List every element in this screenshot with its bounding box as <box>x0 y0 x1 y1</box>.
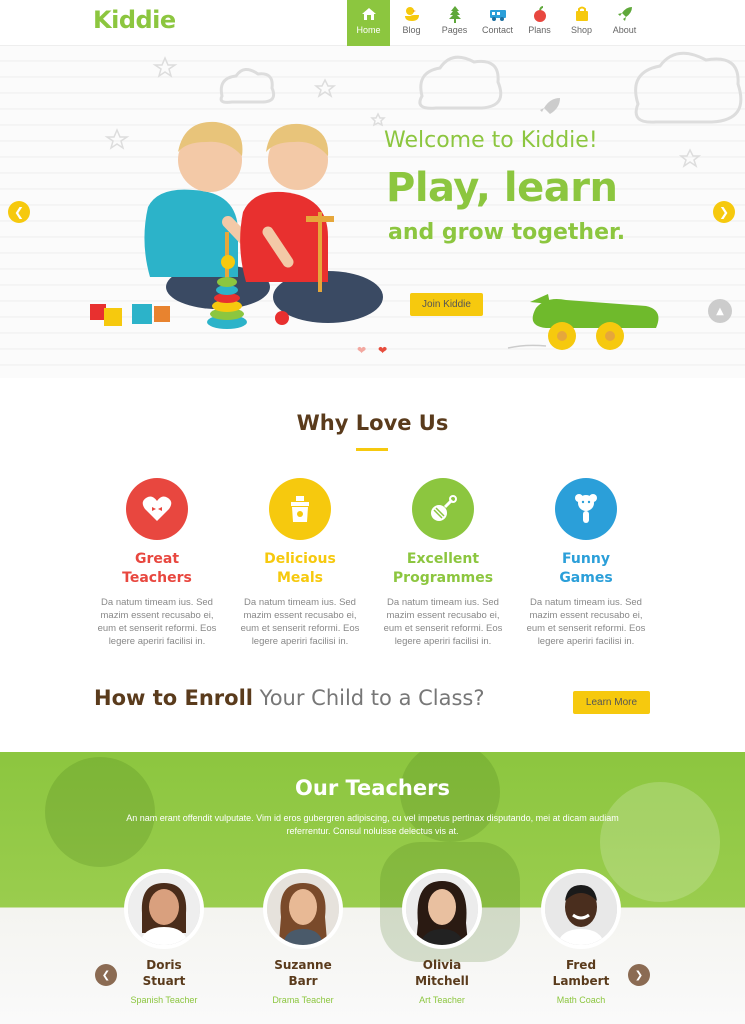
avatar <box>402 869 482 949</box>
hero-subheadline: and grow together. <box>388 220 626 245</box>
teachers-title: Our Teachers <box>295 776 450 800</box>
feature-title: Funny Games <box>559 551 613 586</box>
hero-headline: Play, learn <box>386 165 618 211</box>
crocodile-toy-image <box>507 294 659 350</box>
page: Kiddie Home Blog Pages Contact Plans Sho… <box>0 0 745 1024</box>
header: Kiddie Home Blog Pages Contact Plans Sho… <box>0 0 745 46</box>
feature-title: Excellent Programmes <box>392 551 494 586</box>
hero-slider: Welcome to Kiddie! Play, learn and grow … <box>0 46 745 378</box>
cloud-icon <box>219 68 276 104</box>
slider-next-button[interactable]: ❯ <box>713 201 735 223</box>
teacher-name: Fred Lambert <box>552 958 610 988</box>
rocket-icon <box>540 98 560 114</box>
teacher-name: Suzanne Barr <box>274 958 332 988</box>
teachers-description: An nam erant offendit vulputate. Vim id … <box>126 813 619 836</box>
cloud-icon <box>634 51 743 124</box>
chevron-right-icon: ❯ <box>718 205 730 219</box>
teacher-card[interactable]: Olivia Mitchell Art Teacher <box>392 869 492 1005</box>
chevron-left-icon: ❮ <box>101 969 111 981</box>
chevron-right-icon: ❯ <box>634 969 644 981</box>
tree-icon <box>445 5 465 23</box>
feature-desc: Da natum timeam ius. Sed mazim essent rec… <box>526 597 646 647</box>
star-icon <box>152 56 178 78</box>
teacher-role: Math Coach <box>556 995 606 1005</box>
rattle-icon <box>412 478 474 540</box>
slider-prev-button[interactable]: ❮ <box>8 201 30 223</box>
nav-label: Plans <box>528 25 551 35</box>
enroll-heading: How to Enroll Your Child to a Class? <box>94 686 485 710</box>
heart-icon <box>126 478 188 540</box>
nav-home[interactable]: Home <box>347 0 390 46</box>
cloud-icon <box>418 55 503 110</box>
join-button[interactable]: Join Kiddie <box>410 293 483 316</box>
teacher-role: Art Teacher <box>419 995 465 1005</box>
feature-funny-games: Funny Games Da natum timeam ius. Sed mazim… <box>516 478 656 648</box>
duck-icon <box>402 5 422 23</box>
kids-playing-image <box>90 121 383 329</box>
teachers-next-button[interactable]: ❯ <box>628 964 650 986</box>
teachers-prev-button[interactable]: ❮ <box>95 964 117 986</box>
nav-contact[interactable]: Contact <box>476 0 519 46</box>
hero-welcome: Welcome to Kiddie! <box>384 128 598 153</box>
train-icon <box>488 5 508 23</box>
nav-label: Home <box>356 25 381 35</box>
teacher-role: Drama Teacher <box>272 995 334 1005</box>
learn-more-button[interactable]: Learn More <box>573 691 650 714</box>
rocket-icon <box>615 5 635 23</box>
home-icon <box>359 5 379 23</box>
slider-dot-heart-icon-active[interactable]: ❤ <box>378 344 387 357</box>
title-underline <box>356 448 388 451</box>
teachers-section: Our Teachers An nam erant offendit vulpu… <box>0 752 745 1024</box>
chevron-up-icon: ▲ <box>716 305 724 317</box>
bag-icon <box>572 5 592 23</box>
nav-label: Contact <box>481 25 514 35</box>
feature-excellent-programmes: Excellent Programmes Da natum timeam ius.… <box>373 478 513 648</box>
teacher-card[interactable]: Doris Stuart Spanish Teacher <box>114 869 214 1005</box>
teacher-card[interactable]: Suzanne Barr Drama Teacher <box>253 869 353 1005</box>
nav-plans[interactable]: Plans <box>519 0 560 46</box>
logo[interactable]: Kiddie <box>93 6 176 34</box>
scroll-top-button[interactable]: ▲ <box>708 299 732 323</box>
feature-title: Delicious Meals <box>264 551 336 586</box>
baby-food-icon <box>269 478 331 540</box>
avatar <box>541 869 621 949</box>
why-title: Why Love Us <box>296 411 449 435</box>
feature-title: Great Teachers <box>122 551 192 586</box>
nav-blog[interactable]: Blog <box>390 0 433 46</box>
teacher-name: Olivia Mitchell <box>415 958 469 988</box>
main-nav: Home Blog Pages Contact Plans Shop About <box>347 0 646 46</box>
slider-dot-heart-icon[interactable]: ❤ <box>357 344 366 357</box>
feature-great-teachers: Great Teachers Da natum timeam ius. Sed ma… <box>87 478 227 648</box>
avatar <box>263 869 343 949</box>
teddy-bear-icon <box>555 478 617 540</box>
nav-shop[interactable]: Shop <box>560 0 603 46</box>
nav-label: Pages <box>441 25 468 35</box>
nav-about[interactable]: About <box>603 0 646 46</box>
star-icon <box>313 78 337 98</box>
chevron-left-icon: ❮ <box>13 205 25 219</box>
star-icon <box>678 148 702 168</box>
nav-label: About <box>612 25 637 35</box>
nav-pages[interactable]: Pages <box>433 0 476 46</box>
feature-desc: Da natum timeam ius. Sed mazim essent rec… <box>97 597 217 647</box>
apple-icon <box>530 5 550 23</box>
teacher-card[interactable]: Fred Lambert Math Coach <box>531 869 631 1005</box>
feature-desc: Da natum timeam ius. Sed mazim essent rec… <box>240 597 360 647</box>
avatar <box>124 869 204 949</box>
nav-label: Blog <box>402 25 421 35</box>
feature-desc: Da natum timeam ius. Sed mazim essent rec… <box>383 597 503 647</box>
teacher-name: Doris Stuart <box>142 958 186 988</box>
teacher-role: Spanish Teacher <box>130 995 198 1005</box>
feature-delicious-meals: Delicious Meals Da natum timeam ius. Sed m… <box>230 478 370 648</box>
nav-label: Shop <box>570 25 593 35</box>
